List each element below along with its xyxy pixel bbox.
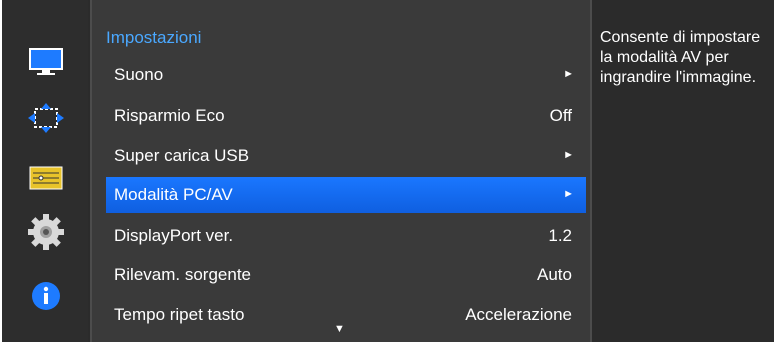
info-icon[interactable] bbox=[24, 278, 68, 314]
menu-item-modalita-pc-av[interactable]: Modalità PC/AV ► bbox=[106, 177, 586, 213]
info-panel: Consente di impostare la modalità AV per… bbox=[594, 0, 774, 342]
menu-item-label: Super carica USB bbox=[114, 146, 250, 165]
info-description: Consente di impostare la modalità AV per… bbox=[600, 29, 761, 86]
menu-item-displayport-ver[interactable]: DisplayPort ver. 1.2 bbox=[106, 218, 586, 254]
menu-title: Impostazioni bbox=[106, 28, 202, 47]
submenu-arrow-icon: ► bbox=[563, 68, 574, 80]
monitor-icon[interactable] bbox=[24, 44, 68, 80]
gear-icon[interactable] bbox=[24, 214, 68, 250]
menu-item-suono[interactable]: Suono ► bbox=[106, 57, 586, 93]
menu-item-label: DisplayPort ver. bbox=[114, 226, 234, 245]
submenu-arrow-icon: ► bbox=[563, 188, 574, 200]
menu-item-rilevam-sorgente[interactable]: Rilevam. sorgente Auto bbox=[106, 257, 586, 293]
menu-item-label: Rilevam. sorgente bbox=[114, 265, 252, 284]
submenu-arrow-icon: ► bbox=[563, 149, 574, 161]
menu-item-risparmio-eco[interactable]: Risparmio Eco Off bbox=[106, 98, 586, 134]
menu-item-value: Auto bbox=[537, 265, 572, 284]
menu-item-value: Accelerazione bbox=[465, 305, 572, 324]
menu-item-label: Suono bbox=[114, 65, 164, 84]
menu-item-label: Modalità PC/AV bbox=[114, 185, 233, 204]
settings-menu: Impostazioni Suono ► Risparmio Eco Off S… bbox=[90, 0, 592, 342]
sliders-icon[interactable] bbox=[24, 160, 68, 196]
osd-window: Impostazioni Suono ► Risparmio Eco Off S… bbox=[2, 0, 774, 342]
menu-item-tempo-ripet-tasto[interactable]: Tempo ripet tasto Accelerazione bbox=[106, 297, 586, 333]
menu-item-value: 1.2 bbox=[548, 226, 572, 245]
menu-item-label: Tempo ripet tasto bbox=[114, 305, 245, 324]
scroll-down-icon[interactable]: ▼ bbox=[334, 323, 345, 335]
menu-item-label: Risparmio Eco bbox=[114, 106, 225, 125]
resize-icon[interactable] bbox=[24, 100, 68, 136]
menu-item-value: Off bbox=[549, 106, 572, 125]
menu-item-super-carica-usb[interactable]: Super carica USB ► bbox=[106, 138, 586, 174]
sidebar bbox=[2, 0, 88, 342]
